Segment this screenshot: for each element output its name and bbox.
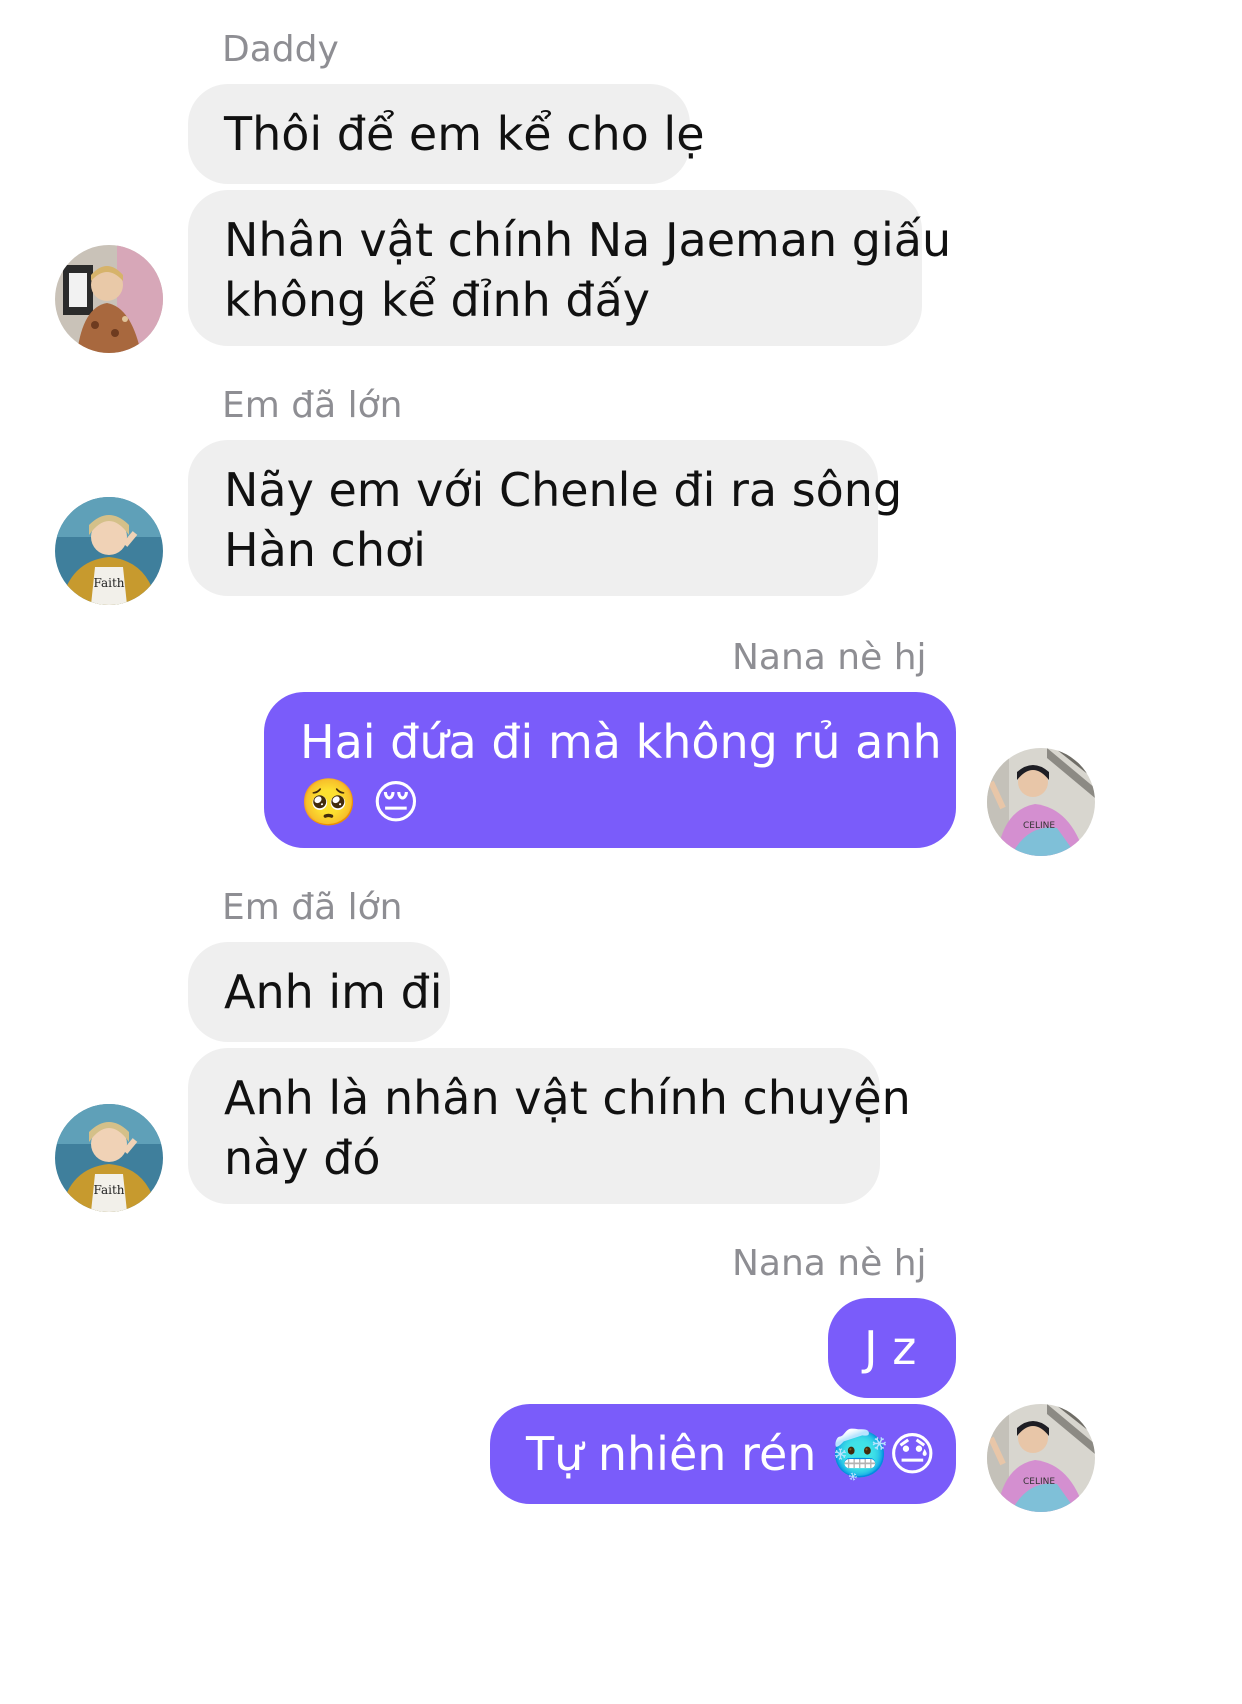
message-text-line: Hàn chơi: [224, 523, 426, 577]
message-bubble[interactable]: Hai đứa đi mà không rủ anh á 🥺 😔: [264, 692, 985, 848]
svg-text:Faith: Faith: [93, 576, 124, 590]
emdalon-avatar-icon: Faith: [55, 1104, 163, 1212]
message-bubble[interactable]: Nhân vật chính Na Jaeman giấu không kể đ…: [188, 190, 952, 346]
message-text: Anh im đi: [224, 965, 443, 1019]
message-bubble[interactable]: J z: [828, 1298, 956, 1398]
message-text-line: không kể đỉnh đấy: [224, 273, 650, 327]
message-text: J z: [864, 1321, 917, 1375]
daddy-avatar-icon: [55, 245, 163, 353]
message-bubble[interactable]: Anh là nhân vật chính chuyện này đó: [188, 1048, 911, 1204]
nana-avatar-icon: CELINE: [987, 1404, 1095, 1512]
message-text-line: 🥺 😔: [300, 775, 420, 829]
message-text-line: này đó: [224, 1131, 381, 1185]
avatar[interactable]: Faith: [55, 497, 163, 605]
avatar[interactable]: CELINE: [987, 1404, 1095, 1512]
message-text: Tự nhiên rén 🥶😓: [526, 1427, 937, 1481]
emdalon-avatar-icon: Faith: [55, 497, 163, 605]
svg-text:CELINE: CELINE: [1023, 821, 1055, 831]
message-text-line: Anh là nhân vật chính chuyện: [224, 1071, 911, 1125]
avatar[interactable]: [55, 245, 163, 353]
message-bubble[interactable]: Nãy em với Chenle đi ra sông Hàn chơi: [188, 440, 903, 596]
message-text-line: Hai đứa đi mà không rủ anh á: [300, 715, 985, 769]
sender-name: Nana nè hj: [732, 637, 927, 678]
avatar[interactable]: Faith: [55, 1104, 163, 1212]
svg-text:CELINE: CELINE: [1023, 1477, 1055, 1487]
message-bubble[interactable]: Thôi để em kể cho lẹ: [188, 84, 705, 184]
avatar[interactable]: CELINE: [987, 748, 1095, 856]
sender-name: Em đã lớn: [222, 385, 403, 426]
message-text-line: Nhân vật chính Na Jaeman giấu: [224, 213, 952, 267]
sender-name: Em đã lớn: [222, 887, 403, 928]
message-bubble[interactable]: Anh im đi: [188, 942, 450, 1042]
message-text-line: Nãy em với Chenle đi ra sông: [224, 463, 903, 517]
message-bubble[interactable]: Tự nhiên rén 🥶😓: [490, 1404, 956, 1504]
sender-name: Daddy: [222, 29, 339, 70]
nana-avatar-icon: CELINE: [987, 748, 1095, 856]
sender-name: Nana nè hj: [732, 1243, 927, 1284]
svg-text:Faith: Faith: [93, 1183, 124, 1197]
message-text: Thôi để em kể cho lẹ: [224, 107, 705, 161]
chat-screen: { "colors": { "incoming_bubble": "#efefe…: [0, 0, 1242, 1704]
